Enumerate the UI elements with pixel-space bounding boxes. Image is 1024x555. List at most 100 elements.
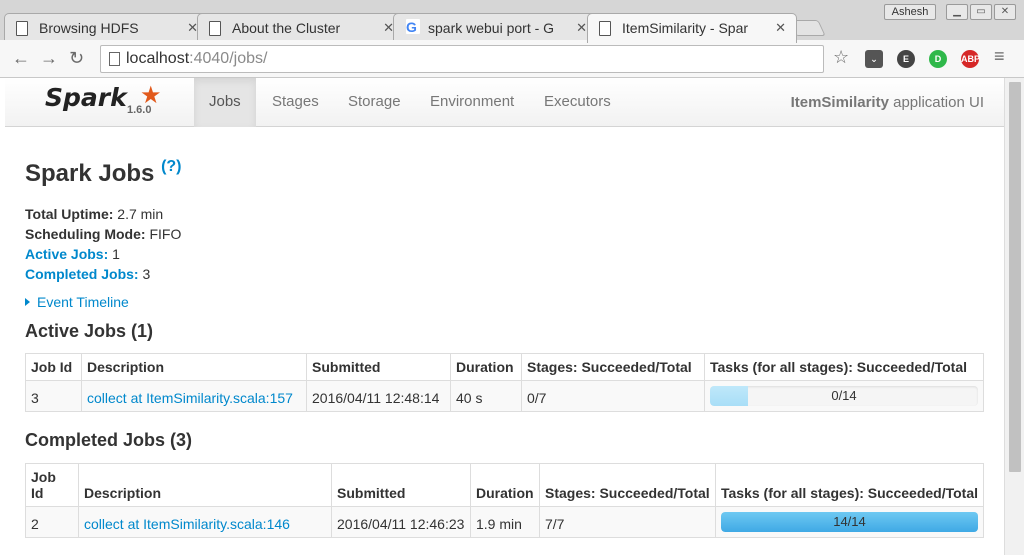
completed-jobs-link[interactable]: Completed Jobs: xyxy=(25,266,139,282)
active-jobs-value: 1 xyxy=(108,246,120,262)
profile-button[interactable]: Ashesh xyxy=(884,4,936,20)
summary-list: Total Uptime: 2.7 min Scheduling Mode: F… xyxy=(25,204,181,284)
job-stages: 0/7 xyxy=(521,380,705,412)
reload-icon[interactable]: ↻ xyxy=(69,48,84,69)
tab-title: Browsing HDFS xyxy=(39,20,139,36)
mode-value: FIFO xyxy=(145,226,182,242)
extension-d-icon[interactable]: D xyxy=(929,50,947,68)
event-timeline-label: Event Timeline xyxy=(37,294,129,310)
url-host: localhost xyxy=(126,50,190,67)
job-description-link[interactable]: collect at ItemSimilarity.scala:157 xyxy=(87,390,293,406)
scrollbar-thumb[interactable] xyxy=(1009,82,1021,472)
column-header[interactable]: Description xyxy=(81,353,307,381)
browser-tab-3[interactable]: G spark webui port - G ✕ xyxy=(393,13,598,43)
tasks-text: 0/14 xyxy=(831,388,857,403)
column-header[interactable]: Duration xyxy=(470,463,540,507)
address-bar[interactable]: localhost:4040/jobs/ xyxy=(100,45,824,73)
browser-tab-1[interactable]: Browsing HDFS ✕ xyxy=(4,13,209,43)
column-header[interactable]: Tasks (for all stages): Succeeded/Total xyxy=(704,353,984,381)
app-name-suffix: application UI xyxy=(888,94,984,111)
uptime-label: Total Uptime: xyxy=(25,206,114,222)
bookmark-star-icon[interactable]: ☆ xyxy=(833,47,849,68)
event-timeline-toggle[interactable]: Event Timeline xyxy=(25,294,129,310)
browser-tab-strip: Browsing HDFS ✕ About the Cluster ✕ G sp… xyxy=(0,0,1024,43)
table-row: 2 collect at ItemSimilarity.scala:146 20… xyxy=(25,506,984,538)
tab-title: spark webui port - G xyxy=(428,20,555,36)
job-description-link[interactable]: collect at ItemSimilarity.scala:146 xyxy=(84,516,290,532)
completed-jobs-heading: Completed Jobs (3) xyxy=(25,430,193,450)
menu-icon[interactable]: ≡ xyxy=(994,46,1005,67)
browser-toolbar: ← → ↻ localhost:4040/jobs/ ☆ ⌄ E D ABP ≡ xyxy=(0,40,1024,78)
tab-title: About the Cluster xyxy=(232,20,341,36)
job-tasks: 14/14 xyxy=(715,506,984,538)
page-title-text: Spark Jobs xyxy=(25,160,155,187)
nav-executors[interactable]: Executors xyxy=(529,78,626,127)
job-duration: 1.9 min xyxy=(470,506,540,538)
evernote-icon[interactable]: E xyxy=(897,50,915,68)
tasks-text: 14/14 xyxy=(833,514,866,529)
triangle-right-icon xyxy=(25,298,30,306)
page-icon xyxy=(209,21,221,36)
column-header[interactable]: Duration xyxy=(450,353,522,381)
help-link[interactable]: (?) xyxy=(161,158,181,175)
forward-icon[interactable]: → xyxy=(40,48,58,69)
nav-stages[interactable]: Stages xyxy=(257,78,334,127)
active-jobs-link[interactable]: Active Jobs: xyxy=(25,246,108,262)
active-jobs-row: Active Jobs: 1 xyxy=(25,244,181,264)
page-title: Spark Jobs (?) xyxy=(25,158,182,188)
job-duration: 40 s xyxy=(450,380,522,412)
mode-label: Scheduling Mode: xyxy=(25,226,146,242)
scrollbar[interactable] xyxy=(1004,78,1024,555)
tasks-progress-bar: 0/14 xyxy=(710,386,978,406)
maximize-icon[interactable]: ▭ xyxy=(970,4,992,20)
completed-jobs-row: Completed Jobs: 3 xyxy=(25,264,181,284)
job-id: 2 xyxy=(25,506,79,538)
adblock-icon[interactable]: ABP xyxy=(961,50,980,68)
pocket-icon[interactable]: ⌄ xyxy=(865,50,883,68)
spark-version: 1.6.0 xyxy=(127,104,152,116)
brand-text: Spark xyxy=(45,83,127,112)
table-row: 3 collect at ItemSimilarity.scala:157 20… xyxy=(25,380,984,412)
minimize-icon[interactable]: ▁ xyxy=(946,4,968,20)
back-icon[interactable]: ← xyxy=(12,48,30,69)
url-path: :4040/jobs/ xyxy=(189,50,268,67)
job-stages: 7/7 xyxy=(539,506,716,538)
job-description: collect at ItemSimilarity.scala:146 xyxy=(78,506,332,538)
column-header[interactable]: Job Id xyxy=(25,463,79,507)
column-header[interactable]: Stages: Succeeded/Total xyxy=(539,463,716,507)
page-icon xyxy=(109,52,120,66)
job-id: 3 xyxy=(25,380,82,412)
column-header[interactable]: Tasks (for all stages): Succeeded/Total xyxy=(715,463,984,507)
app-name-bold: ItemSimilarity xyxy=(790,94,889,111)
app-name: ItemSimilarity application UI xyxy=(791,94,984,111)
window-close-icon[interactable]: ✕ xyxy=(994,4,1016,20)
nav-environment[interactable]: Environment xyxy=(415,78,529,127)
browser-tab-4[interactable]: ItemSimilarity - Spar ✕ xyxy=(587,13,797,43)
column-header[interactable]: Job Id xyxy=(25,353,82,381)
column-header[interactable]: Submitted xyxy=(306,353,451,381)
uptime-value: 2.7 min xyxy=(113,206,164,222)
column-header-text: Job Id xyxy=(31,469,56,501)
uptime-row: Total Uptime: 2.7 min xyxy=(25,204,181,224)
browser-tab-2[interactable]: About the Cluster ✕ xyxy=(197,13,405,43)
close-icon[interactable]: ✕ xyxy=(775,20,786,36)
column-header[interactable]: Submitted xyxy=(331,463,471,507)
column-header[interactable]: Stages: Succeeded/Total xyxy=(521,353,705,381)
tasks-progress-bar: 14/14 xyxy=(721,512,978,532)
completed-jobs-table: Job Id Description Submitted Duration St… xyxy=(25,463,984,538)
active-jobs-table: Job Id Description Submitted Duration St… xyxy=(25,353,984,412)
job-description: collect at ItemSimilarity.scala:157 xyxy=(81,380,307,412)
google-icon: G xyxy=(406,19,420,35)
nav-storage[interactable]: Storage xyxy=(333,78,416,127)
spark-logo[interactable]: Spark ★ xyxy=(45,81,162,112)
column-header[interactable]: Description xyxy=(78,463,332,507)
page-content: Spark Jobs (?) Total Uptime: 2.7 min Sch… xyxy=(5,128,1004,555)
close-icon[interactable]: ✕ xyxy=(576,20,587,36)
job-submitted: 2016/04/11 12:46:23 xyxy=(331,506,471,538)
job-tasks: 0/14 xyxy=(704,380,984,412)
page-icon xyxy=(16,21,28,36)
tab-title: ItemSimilarity - Spar xyxy=(622,20,749,36)
completed-jobs-value: 3 xyxy=(138,266,151,282)
nav-jobs[interactable]: Jobs xyxy=(194,78,256,127)
spark-navbar: Spark ★ 1.6.0 Jobs Stages Storage Enviro… xyxy=(5,78,1004,127)
